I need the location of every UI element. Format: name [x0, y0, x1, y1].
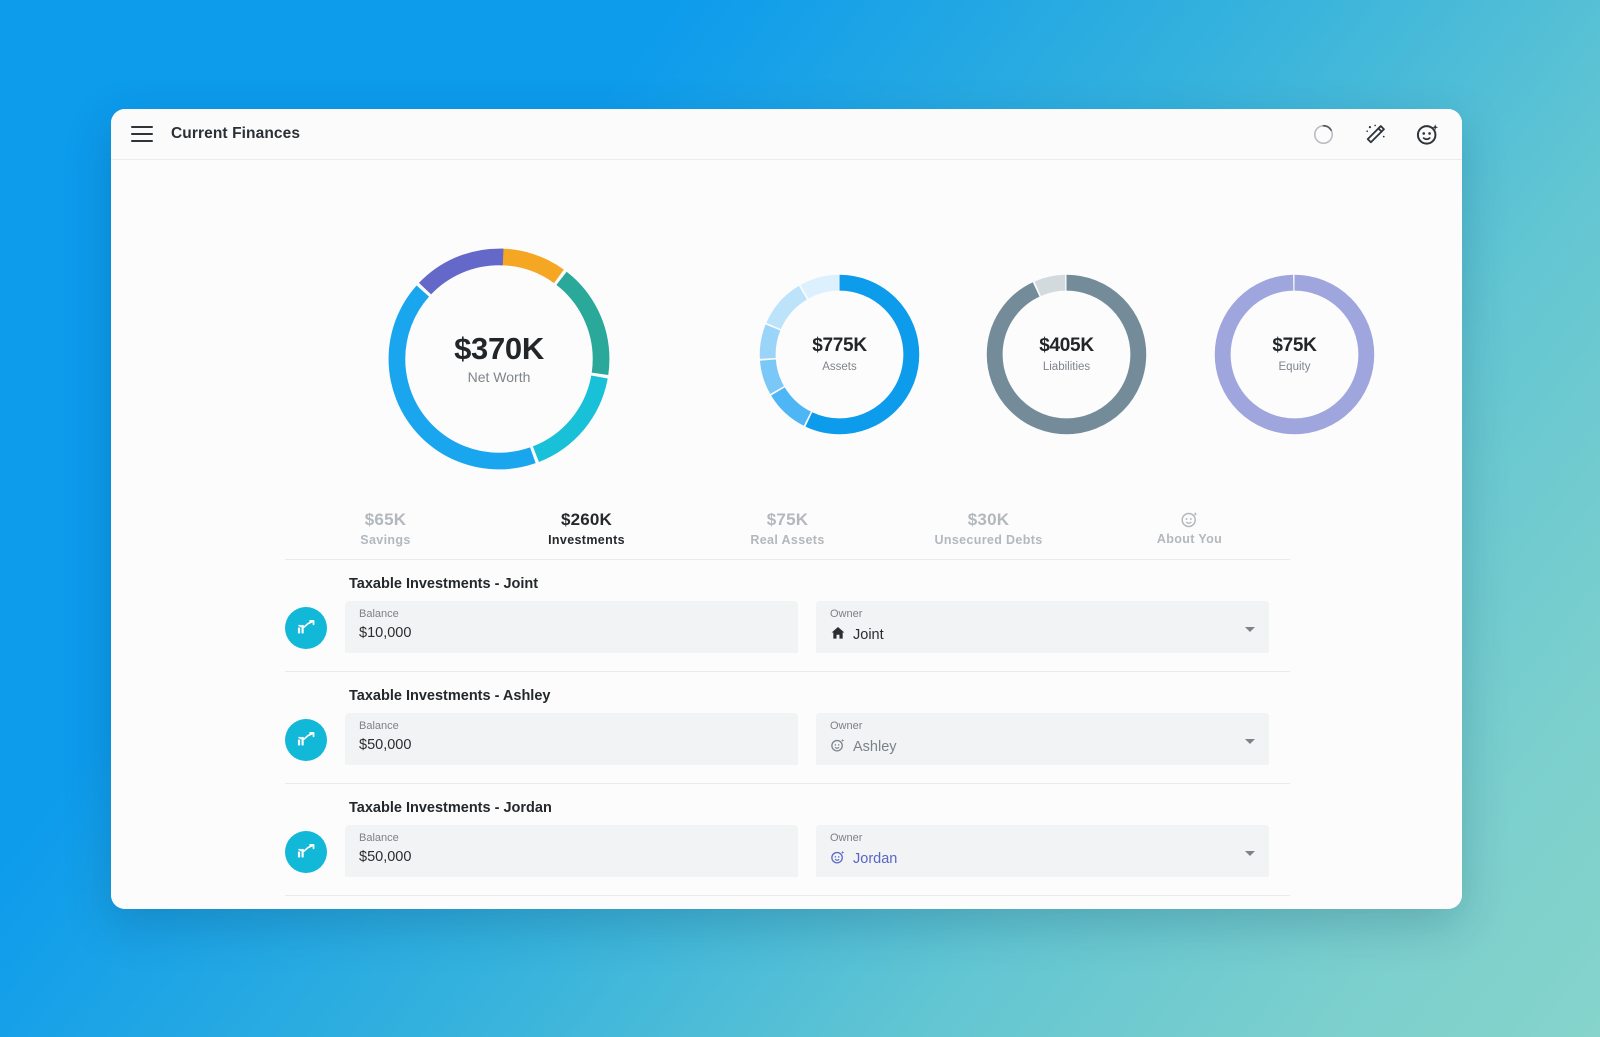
- balance-field[interactable]: Balance $50,000: [345, 825, 798, 877]
- owner-value: Ashley: [853, 739, 897, 755]
- owner-label: Owner: [830, 832, 1255, 845]
- investment-chart-icon: [285, 607, 327, 649]
- summary-donut-row: $370K Net Worth: [111, 160, 1462, 415]
- chevron-down-icon[interactable]: [1245, 627, 1255, 632]
- unsecured-debts-amount: $30K: [888, 509, 1089, 530]
- owner-select[interactable]: Owner: [816, 713, 1269, 765]
- owner-value: Jordan: [853, 851, 897, 867]
- account-row: 401k/403b - Ashley Balance: [285, 896, 1290, 909]
- account-row: Taxable Investments - Ashley Balance: [285, 672, 1290, 784]
- equity-label: Equity: [1272, 361, 1316, 373]
- person-face-icon: [830, 849, 846, 869]
- investments-amount: $260K: [486, 509, 687, 530]
- equity-value: $75K: [1272, 336, 1316, 356]
- balance-label: Balance: [359, 832, 784, 845]
- app-window: Current Finances: [111, 109, 1462, 909]
- account-list: Taxable Investments - Joint Balance: [285, 560, 1290, 909]
- tab-unsecured-debts[interactable]: $30K Unsecured Debts: [888, 509, 1089, 549]
- investment-chart-icon: [285, 719, 327, 761]
- chevron-down-icon[interactable]: [1245, 739, 1255, 744]
- owner-value: Joint: [853, 627, 884, 643]
- net-worth-label: Net Worth: [454, 370, 544, 385]
- account-title: Taxable Investments - Joint: [349, 576, 1290, 592]
- liabilities-label: Liabilities: [1039, 361, 1094, 373]
- owner-value-wrap: Jordan: [830, 849, 1255, 869]
- content-area: $370K Net Worth: [111, 160, 1462, 909]
- tab-savings[interactable]: $65K Savings: [285, 509, 486, 549]
- titlebar-actions: [1310, 121, 1440, 147]
- real-assets-amount: $75K: [687, 509, 888, 530]
- account-row: Taxable Investments - Joint Balance: [285, 560, 1290, 672]
- account-title: Taxable Investments - Jordan: [349, 800, 1290, 816]
- desktop-background: Current Finances: [0, 0, 1600, 1037]
- investment-chart-icon: [285, 831, 327, 873]
- balance-value: $50,000: [359, 737, 784, 753]
- page-title: Current Finances: [171, 125, 300, 143]
- balance-value: $50,000: [359, 849, 784, 865]
- balance-label: Balance: [359, 720, 784, 733]
- avatar-face-icon[interactable]: [1414, 121, 1440, 147]
- tab-real-assets[interactable]: $75K Real Assets: [687, 509, 888, 549]
- chevron-down-icon[interactable]: [1245, 851, 1255, 856]
- real-assets-label: Real Assets: [687, 533, 888, 549]
- tab-about-you[interactable]: About You: [1089, 509, 1290, 548]
- balance-value: $10,000: [359, 625, 784, 641]
- account-row: Taxable Investments - Jordan Balance: [285, 784, 1290, 896]
- equity-donut-chart: $75K Equity: [1211, 271, 1378, 438]
- balance-field[interactable]: Balance $10,000: [345, 601, 798, 653]
- owner-label: Owner: [830, 608, 1255, 621]
- assets-value: $775K: [812, 336, 867, 356]
- owner-select[interactable]: Owner Joint: [816, 601, 1269, 653]
- balance-label: Balance: [359, 608, 784, 621]
- liabilities-center-label: $405K Liabilities: [1039, 336, 1094, 373]
- savings-amount: $65K: [285, 509, 486, 530]
- person-face-icon: [830, 737, 846, 757]
- home-icon: [830, 625, 846, 645]
- owner-select[interactable]: Owner: [816, 825, 1269, 877]
- equity-center-label: $75K Equity: [1272, 336, 1316, 373]
- title-bar: Current Finances: [111, 109, 1462, 160]
- assets-label: Assets: [812, 361, 867, 373]
- tab-investments[interactable]: $260K Investments: [486, 509, 687, 549]
- unsecured-debts-label: Unsecured Debts: [888, 533, 1089, 549]
- about-you-face-icon: [1089, 509, 1290, 529]
- investments-label: Investments: [486, 533, 687, 549]
- loading-spinner-icon[interactable]: [1310, 121, 1336, 147]
- net-worth-donut-chart: $370K Net Worth: [383, 243, 615, 475]
- account-title: Taxable Investments - Ashley: [349, 688, 1290, 704]
- savings-label: Savings: [285, 533, 486, 549]
- assets-center-label: $775K Assets: [812, 336, 867, 373]
- category-tab-strip: $65K Savings $260K Investments $75K Real…: [285, 498, 1290, 560]
- owner-value-wrap: Ashley: [830, 737, 1255, 757]
- assets-donut-chart: $775K Assets: [756, 271, 923, 438]
- liabilities-donut-chart: $405K Liabilities: [983, 271, 1150, 438]
- about-you-label: About You: [1089, 532, 1290, 548]
- balance-field[interactable]: Balance $50,000: [345, 713, 798, 765]
- hamburger-menu-icon[interactable]: [131, 126, 153, 142]
- magic-wand-icon[interactable]: [1362, 121, 1388, 147]
- owner-label: Owner: [830, 720, 1255, 733]
- net-worth-value: $370K: [454, 333, 544, 366]
- net-worth-center-label: $370K Net Worth: [454, 333, 544, 385]
- liabilities-value: $405K: [1039, 336, 1094, 356]
- owner-value-wrap: Joint: [830, 625, 1255, 645]
